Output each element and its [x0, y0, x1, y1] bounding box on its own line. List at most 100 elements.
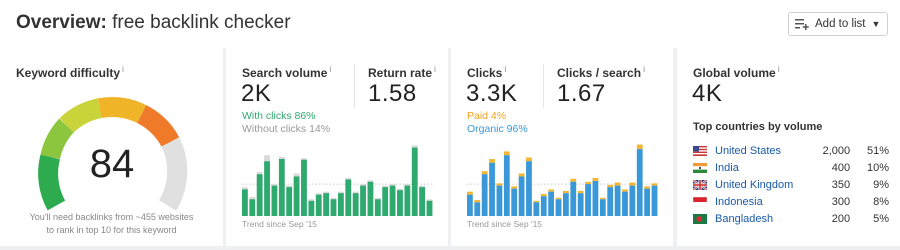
info-icon[interactable]: i	[434, 64, 436, 74]
clicks-label: Clicks i	[467, 64, 507, 80]
country-link[interactable]: India	[715, 162, 808, 174]
overview-header: Overview: free backlink checker Add to l…	[0, 0, 900, 48]
chart-bar	[629, 185, 636, 216]
search-volume-label: Search volume i	[242, 64, 332, 80]
chart-bar-paid	[599, 197, 606, 200]
difficulty-note: You'll need backlinks from ~455 websites…	[29, 212, 194, 235]
indonesia-flag-icon	[693, 196, 707, 207]
info-icon[interactable]: i	[778, 64, 780, 74]
chevron-down-icon: ▼	[871, 19, 881, 29]
chart-bar	[651, 185, 658, 216]
chart-bar	[503, 155, 510, 216]
country-share: 9%	[873, 178, 889, 191]
chart-bar-paid	[585, 181, 591, 185]
chart-bar	[242, 189, 248, 216]
chart-bar	[599, 199, 606, 216]
chart-bar	[374, 199, 381, 216]
return-rate-label: Return rate i	[368, 64, 437, 80]
top-countries-title: Top countries by volume	[693, 121, 823, 133]
country-volume: 2,000	[822, 144, 851, 157]
chart-bar	[614, 185, 621, 216]
chart-bar-paid	[548, 189, 555, 192]
chart-bar	[540, 196, 547, 216]
chart-bar-paid	[607, 184, 614, 188]
title-prefix: Overview:	[16, 12, 107, 33]
country-share: 8%	[873, 195, 889, 208]
chart-bar	[397, 190, 403, 216]
us-flag-icon	[693, 145, 707, 156]
chart-bar	[286, 187, 293, 216]
country-share: 10%	[866, 161, 889, 174]
chart-bar	[367, 181, 374, 216]
trend-caption: Trend since Sep '15	[467, 219, 543, 229]
chart-bar-paid	[644, 186, 651, 189]
country-volume: 200	[831, 212, 851, 225]
chart-bar	[636, 149, 643, 216]
chart-bar	[323, 193, 330, 216]
search-volume-value: 2K	[241, 80, 272, 107]
organic-clicks-text: Organic 96%	[467, 123, 528, 135]
country-row: Bangladesh 200 5%	[693, 210, 889, 227]
country-share: 5%	[873, 212, 889, 225]
global-volume-label: Global volume i	[693, 64, 780, 80]
chart-bar	[489, 162, 495, 216]
chart-bar	[496, 185, 503, 216]
chart-bar-paid	[570, 178, 577, 182]
clicks-per-search-label: Clicks / search i	[557, 64, 646, 80]
chart-bar-paid	[511, 186, 518, 189]
chart-bar	[345, 179, 352, 216]
chart-bar	[411, 147, 418, 216]
chart-bar	[563, 193, 569, 216]
trend-caption: Trend since Sep '15	[242, 219, 318, 229]
chart-bar-paid	[577, 190, 584, 194]
info-icon[interactable]: i	[504, 64, 506, 74]
country-row: India 400 10%	[693, 159, 889, 176]
chart-bar-paid	[526, 157, 532, 162]
chart-bar-paid	[467, 191, 473, 195]
country-link[interactable]: United States	[715, 145, 808, 157]
chart-bar-paid	[636, 144, 643, 150]
chart-bar	[570, 181, 577, 216]
chart-bar	[607, 187, 614, 216]
chart-bar	[256, 174, 263, 216]
chart-bar	[330, 199, 337, 216]
country-link[interactable]: Bangladesh	[715, 213, 808, 225]
chart-bar-paid	[563, 190, 569, 194]
chart-bar-paid	[629, 182, 636, 186]
chart-bar	[352, 193, 359, 216]
chart-bar	[278, 159, 285, 216]
with-clicks-text: With clicks 86%	[242, 110, 316, 122]
clicks-panel: Clicks i 3.3K Clicks / search i 1.67 Paid …	[451, 48, 673, 246]
bangladesh-flag-icon	[693, 213, 707, 224]
paid-clicks-text: Paid 4%	[467, 110, 507, 122]
chart-bar	[264, 161, 270, 216]
divider	[543, 64, 544, 108]
country-volume: 400	[831, 161, 851, 174]
chart-bar	[308, 200, 315, 216]
country-link[interactable]: United Kingdom	[715, 179, 808, 191]
country-volume: 350	[831, 178, 851, 191]
chart-bar-paid	[555, 197, 562, 200]
list-add-icon	[795, 19, 809, 30]
chart-bar-paid	[622, 189, 628, 192]
clicks-per-search-value: 1.67	[557, 80, 606, 107]
chart-bar	[301, 159, 307, 216]
search-volume-trend-chart	[242, 145, 434, 216]
clicks-value: 3.3K	[466, 80, 518, 107]
chart-bar	[382, 187, 389, 216]
country-link[interactable]: Indonesia	[715, 196, 808, 208]
info-icon[interactable]: i	[643, 64, 645, 74]
chart-bar	[389, 185, 396, 216]
chart-bar	[249, 199, 256, 216]
chart-bar	[533, 202, 540, 216]
uk-flag-icon	[693, 179, 707, 190]
chart-bar-paid	[474, 200, 481, 203]
info-icon[interactable]: i	[122, 64, 124, 74]
chart-bar	[426, 200, 433, 216]
info-icon[interactable]: i	[329, 64, 331, 74]
countries-table: United States 2,000 51% India 400 10% Un…	[693, 142, 889, 227]
divider	[354, 64, 355, 108]
chart-bar	[518, 176, 525, 216]
chart-bar	[644, 188, 651, 216]
add-to-list-button[interactable]: Add to list ▼	[788, 12, 888, 36]
